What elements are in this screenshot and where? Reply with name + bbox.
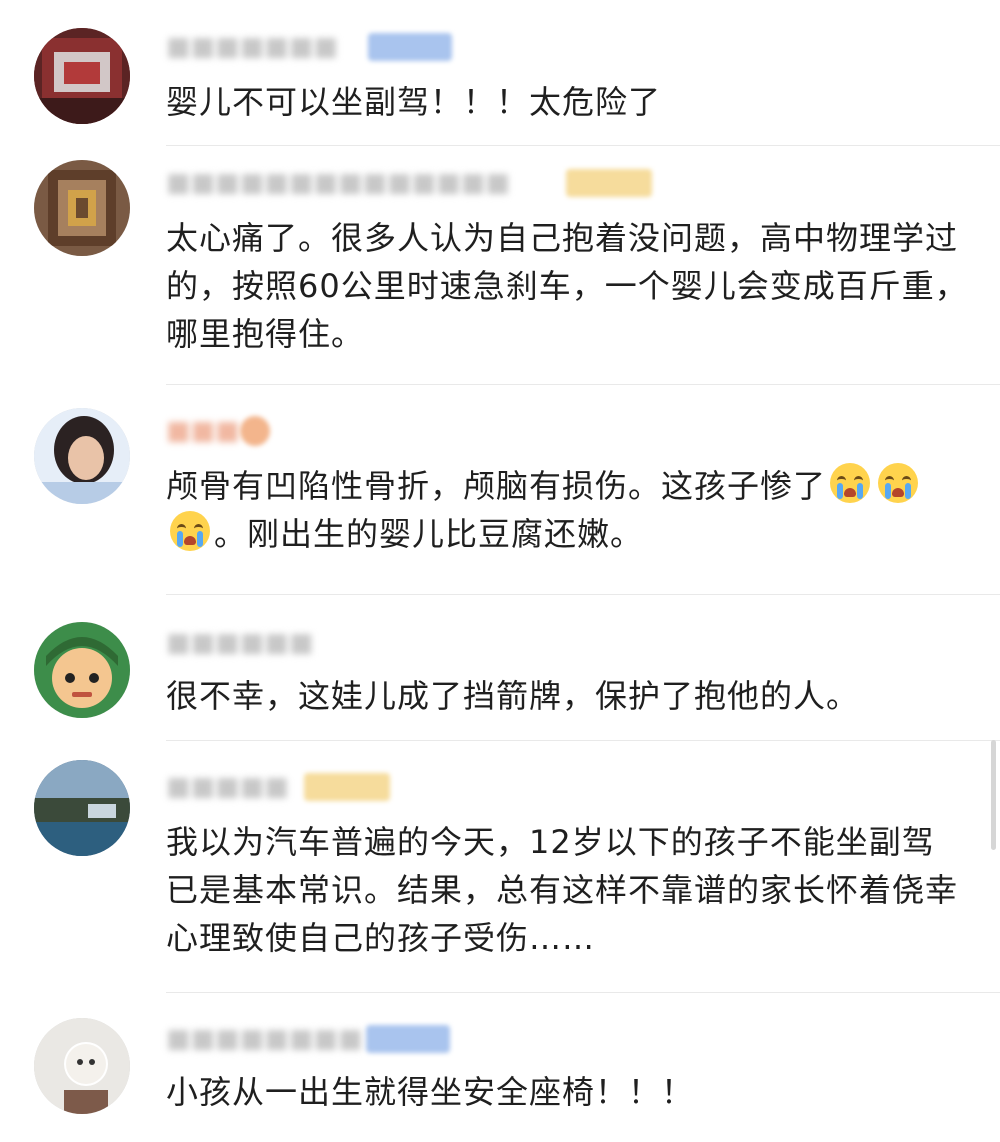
username-blur-block: ■■■■■■■ [166, 32, 338, 62]
scrollbar[interactable] [991, 740, 996, 850]
user-level-badge [566, 169, 652, 197]
username-blur-block: ■■■■■■■■■■■■■■ [166, 168, 510, 198]
comment-divider [166, 384, 1000, 385]
avatar-image [34, 1018, 130, 1114]
username-blur-block: ■■■■■■ [166, 628, 314, 658]
comment-divider [166, 145, 1000, 146]
crying-face-emoji-icon [830, 463, 871, 503]
avatar-image [34, 28, 130, 124]
avatar-image [34, 408, 130, 504]
username-blur-block: ■■■ [166, 416, 240, 446]
avatar-image [34, 760, 130, 856]
user-level-badge [366, 1025, 450, 1053]
user-avatar-icon[interactable] [34, 760, 130, 856]
comment-divider [166, 740, 1000, 741]
comment-text-part1: 颅骨有凹陷性骨折，颅脑有损伤。这孩子惨了 [166, 467, 827, 505]
avatar-image [34, 622, 130, 718]
username-blur-block: ■■■■■■■■ [166, 1024, 363, 1054]
user-level-badge [304, 773, 390, 801]
comment-text: 婴儿不可以坐副驾！！！太危险了 [166, 83, 662, 121]
crying-face-emoji-icon [170, 511, 210, 551]
comment-divider [166, 594, 1000, 595]
comment-feed: ■■■■■■■ 婴儿不可以坐副驾！！！太危险了 ■■■■■■■■■■■■■■ 太… [0, 0, 1000, 1142]
user-avatar-icon[interactable] [34, 28, 130, 124]
comment-text-part2: 。刚出生的婴儿比豆腐还嫩。 [214, 515, 644, 553]
crying-face-emoji-icon [878, 463, 919, 503]
user-avatar-icon[interactable] [34, 408, 130, 504]
user-avatar-icon[interactable] [34, 1018, 130, 1114]
comment-divider [166, 992, 1000, 993]
comment-text: 我以为汽车普遍的今天，12岁以下的孩子不能坐副驾已是基本常识。结果，总有这样不靠… [166, 823, 959, 957]
user-avatar-icon[interactable] [34, 622, 130, 718]
comment-text: 颅骨有凹陷性骨折，颅脑有损伤。这孩子惨了。刚出生的婴儿比豆腐还嫩。 [166, 462, 946, 558]
username-blur-block: ■■■■■ [166, 772, 289, 802]
avatar-image [34, 160, 130, 256]
user-avatar-icon[interactable] [34, 160, 130, 256]
comment-text: 太心痛了。很多人认为自己抱着没问题，高中物理学过的，按照60公里时速急刹车，一个… [166, 219, 968, 353]
user-level-badge [240, 416, 270, 446]
user-level-badge [368, 33, 452, 61]
comment-text: 小孩从一出生就得坐安全座椅！！！ [166, 1073, 695, 1111]
comment-text: 很不幸，这娃儿成了挡箭牌，保护了抱他的人。 [166, 677, 860, 715]
